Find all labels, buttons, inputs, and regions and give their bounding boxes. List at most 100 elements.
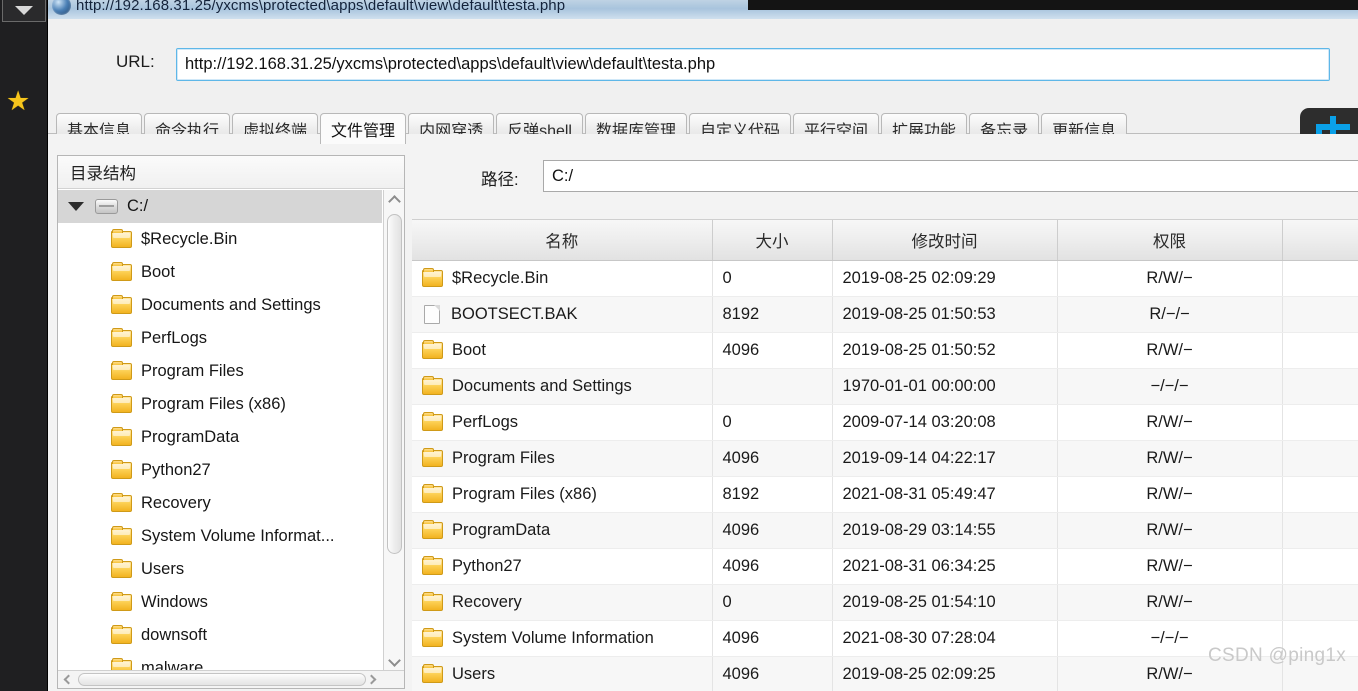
file-name: Program Files (x86) [452,484,597,503]
tree-node[interactable]: Boot [58,256,382,289]
file-size: 4096 [712,440,833,477]
file-size: 4096 [712,332,833,369]
file-mtime: 2019-08-25 02:09:29 [832,260,1058,297]
table-row[interactable]: System Volume Information 4096 2021-08-3… [412,620,1358,657]
chevron-down-icon [15,6,33,15]
directory-tree-list[interactable]: C:/ $Recycle.Bin Boot Documents and Sett… [58,190,404,672]
file-extra [1282,296,1358,333]
file-size: 8192 [712,476,833,513]
tree-node[interactable]: malware [58,652,382,672]
tree-node-label: Program Files (x86) [141,395,286,413]
tree-node-label: Windows [141,593,208,611]
tree-node-label: $Recycle.Bin [141,230,238,248]
tree-node[interactable]: Documents and Settings [58,289,382,322]
path-input[interactable]: C:/ [543,160,1358,192]
tree-node[interactable]: Python27 [58,454,382,487]
tree-node-label: Program Files [141,362,244,380]
table-row[interactable]: Program Files 4096 2019-09-14 04:22:17 R… [412,440,1358,477]
tree-node[interactable]: PerfLogs [58,322,382,355]
expand-triangle-icon[interactable] [68,202,84,211]
folder-icon [111,229,132,248]
folder-icon [111,526,132,545]
file-extra [1282,620,1358,657]
tab-strip: 基本信息 命令执行 虚拟终端 文件管理 内网穿透 反弹shell 数据库管理 自… [48,96,1358,160]
file-size: 4096 [712,620,833,657]
column-header-extra[interactable] [1282,220,1358,261]
table-row[interactable]: Python27 4096 2021-08-31 06:34:25 R/W/− [412,548,1358,585]
table-row[interactable]: PerfLogs 0 2009-07-14 03:20:08 R/W/− [412,404,1358,441]
tree-node[interactable]: ProgramData [58,421,382,454]
tree-node-label: Boot [141,263,175,281]
table-row[interactable]: Program Files (x86) 8192 2021-08-31 05:4… [412,476,1358,513]
scroll-left-button[interactable] [58,671,76,688]
table-row[interactable]: Documents and Settings 1970-01-01 00:00:… [412,368,1358,405]
file-size: 8192 [712,296,833,333]
tree-node[interactable]: downsoft [58,619,382,652]
folder-icon [111,295,132,314]
table-row[interactable]: Boot 4096 2019-08-25 01:50:52 R/W/− [412,332,1358,369]
scrollbar-thumb[interactable] [78,673,366,686]
file-extra [1282,476,1358,513]
file-name: System Volume Information [452,628,654,647]
chevron-up-icon [388,195,401,208]
file-name: $Recycle.Bin [452,268,549,287]
file-extra [1282,548,1358,585]
file-mtime: 2019-08-25 01:50:52 [832,332,1058,369]
file-extra [1282,260,1358,297]
drive-icon [95,199,118,214]
folder-icon [422,411,443,431]
scroll-right-button[interactable] [364,671,382,688]
path-label: 路径: [481,171,519,189]
scrollbar-thumb[interactable] [387,214,402,554]
scroll-down-button[interactable] [384,652,405,672]
file-perm: R/W/− [1057,512,1283,549]
file-name: Recovery [452,592,522,611]
table-row[interactable]: ProgramData 4096 2019-08-29 03:14:55 R/W… [412,512,1358,549]
folder-icon [111,625,132,644]
column-header-name[interactable]: 名称 [412,220,713,261]
star-icon[interactable]: ★ [6,88,30,115]
file-perm: R/W/− [1057,584,1283,621]
file-mtime: 2021-08-31 05:49:47 [832,476,1058,513]
file-icon [424,304,440,324]
folder-icon [111,592,132,611]
tree-node[interactable]: Windows [58,586,382,619]
file-list-table: 名称 大小 修改时间 权限 $Recycle.Bin 0 2019-08-25 … [412,219,1358,691]
file-mtime: 2019-08-25 01:54:10 [832,584,1058,621]
table-row[interactable]: $Recycle.Bin 0 2019-08-25 02:09:29 R/W/− [412,260,1358,297]
tree-vertical-scrollbar[interactable] [383,190,404,672]
scroll-up-button[interactable] [384,190,405,210]
file-size: 0 [712,404,833,441]
column-header-perm[interactable]: 权限 [1057,220,1283,261]
column-header-mtime[interactable]: 修改时间 [832,220,1058,261]
column-header-size[interactable]: 大小 [712,220,833,261]
tree-node[interactable]: System Volume Informat... [58,520,382,553]
table-row[interactable]: Recovery 0 2019-08-25 01:54:10 R/W/− [412,584,1358,621]
url-input[interactable]: http://192.168.31.25/yxcms\protected\app… [176,48,1330,81]
chevron-left-icon [63,674,74,685]
table-row[interactable]: Users 4096 2019-08-25 02:09:25 R/W/− [412,656,1358,691]
tree-node-label: Users [141,560,185,578]
table-row[interactable]: BOOTSECT.BAK 8192 2019-08-25 01:50:53 R/… [412,296,1358,333]
left-rail: ★ [0,0,48,691]
tree-node-root[interactable]: C:/ [58,190,382,223]
file-size: 0 [712,584,833,621]
table-header-row: 名称 大小 修改时间 权限 [412,220,1358,261]
file-perm: R/W/− [1057,656,1283,691]
file-perm: R/W/− [1057,548,1283,585]
tree-node[interactable]: Program Files [58,355,382,388]
tree-node[interactable]: Recovery [58,487,382,520]
tree-node[interactable]: Users [58,553,382,586]
tree-horizontal-scrollbar[interactable] [58,670,404,688]
tab-file-manager[interactable]: 文件管理 [320,113,407,144]
folder-icon [111,427,132,446]
file-perm: R/W/− [1057,260,1283,297]
tree-node[interactable]: $Recycle.Bin [58,223,382,256]
tree-node[interactable]: Program Files (x86) [58,388,382,421]
file-name: Documents and Settings [452,376,632,395]
url-label: URL: [116,52,155,71]
file-mtime: 2019-08-29 03:14:55 [832,512,1058,549]
app-window: http://192.168.31.25/yxcms\protected\app… [48,0,1358,691]
folder-icon [422,591,443,611]
rail-dropdown-button[interactable] [2,0,46,22]
